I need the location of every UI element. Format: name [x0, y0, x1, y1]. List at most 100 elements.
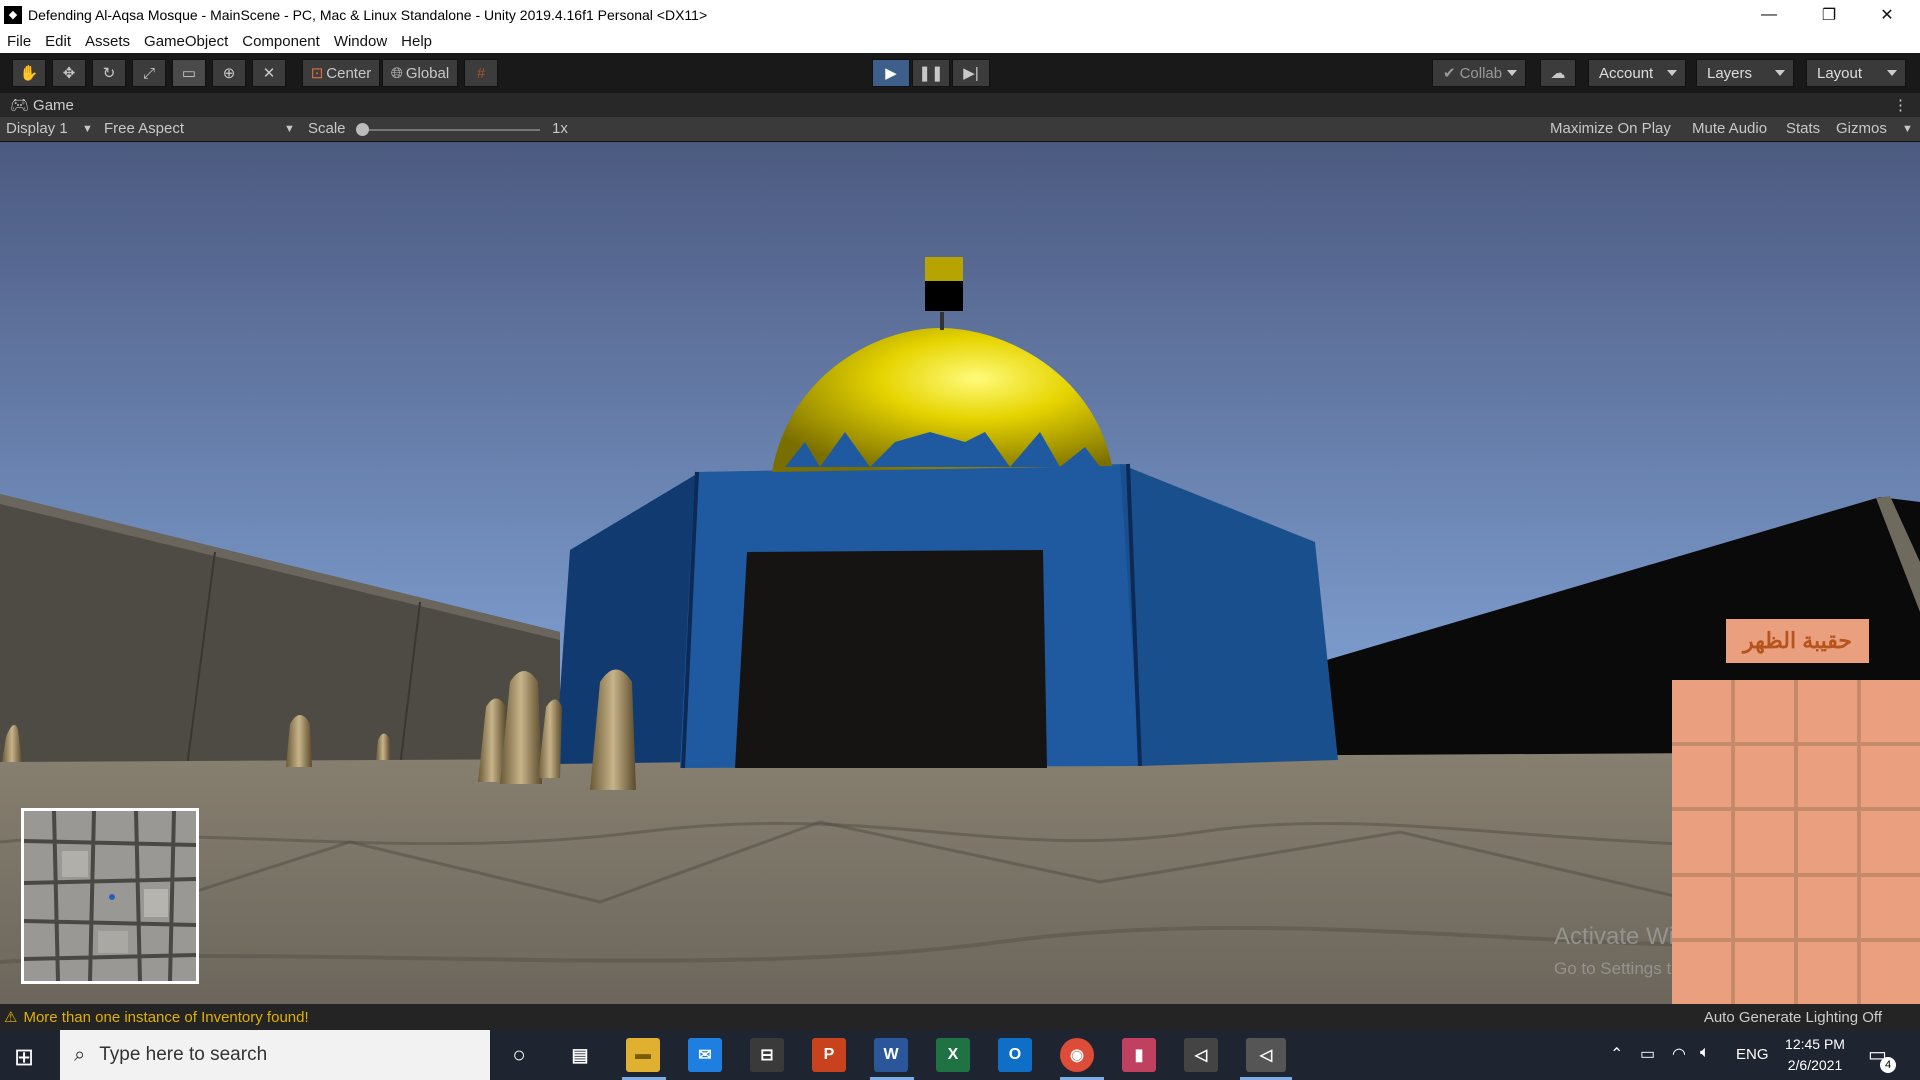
clock-date[interactable]: 2/6/2021 — [1782, 1057, 1848, 1073]
custom-tool-icon[interactable]: ✕ — [252, 59, 286, 87]
inventory-slot[interactable] — [1672, 745, 1731, 808]
inventory-slot[interactable] — [1798, 876, 1857, 939]
inventory-slot[interactable] — [1861, 811, 1920, 873]
stats-toggle[interactable]: Stats — [1786, 120, 1820, 137]
scale-tool-icon[interactable]: ⤢ — [132, 59, 166, 87]
inventory-grid — [1672, 680, 1920, 1004]
windows-start-icon[interactable]: ⊞ — [14, 1043, 34, 1072]
scale-label: Scale — [308, 120, 346, 137]
gizmos-toggle[interactable]: Gizmos — [1836, 120, 1887, 137]
unity-hub-icon[interactable]: ◁ — [1184, 1038, 1218, 1072]
menu-file[interactable]: File — [7, 33, 31, 50]
inventory-slot[interactable] — [1798, 745, 1857, 808]
taskbar-search[interactable]: ⌕ Type here to search — [60, 1030, 490, 1080]
menu-help[interactable]: Help — [401, 33, 432, 50]
grid-snap-icon[interactable]: # — [464, 59, 498, 87]
play-button[interactable]: ▶ — [872, 59, 910, 87]
notification-count-badge: 4 — [1880, 1057, 1896, 1073]
mute-audio-toggle[interactable]: Mute Audio — [1692, 120, 1767, 137]
wifi-icon[interactable]: ◠ — [1672, 1044, 1686, 1064]
inventory-slot[interactable] — [1861, 680, 1920, 742]
step-button[interactable]: ▶| — [952, 59, 990, 87]
excel-icon[interactable]: X — [936, 1038, 970, 1072]
volume-icon[interactable]: 🔈︎ — [1700, 1044, 1710, 1062]
task-view-icon[interactable]: ▤ — [563, 1038, 597, 1072]
title-bar: ◆ Defending Al-Aqsa Mosque - MainScene -… — [0, 0, 1920, 29]
lighting-status[interactable]: Auto Generate Lighting Off — [1704, 1009, 1882, 1026]
inventory-slot[interactable] — [1861, 942, 1920, 1004]
inventory-slot[interactable] — [1798, 942, 1857, 1004]
globe-icon: 🌐︎ — [390, 64, 403, 82]
menu-assets[interactable]: Assets — [85, 33, 130, 50]
inventory-slot[interactable] — [1672, 680, 1731, 742]
inventory-slot[interactable] — [1672, 811, 1731, 873]
inventory-slot[interactable] — [1798, 811, 1857, 873]
chrome-icon[interactable]: ◉ — [1060, 1038, 1094, 1072]
display-chevron-icon: ▼ — [82, 123, 93, 135]
rect-tool-icon[interactable]: ▭ — [172, 59, 206, 87]
collab-dropdown[interactable]: ✔ Collab — [1432, 59, 1526, 87]
word-icon[interactable]: W — [874, 1038, 908, 1072]
space-toggle[interactable]: 🌐︎ Global — [382, 59, 458, 87]
restore-button[interactable]: ❐ — [1800, 0, 1858, 29]
minimap[interactable] — [21, 808, 199, 984]
tab-menu-icon[interactable]: ⋮ — [1893, 96, 1908, 114]
menu-bar: File Edit Assets GameObject Component Wi… — [0, 29, 1920, 53]
rotate-tool-icon[interactable]: ↻ — [92, 59, 126, 87]
inventory-slot[interactable] — [1672, 876, 1731, 939]
inventory-slot[interactable] — [1735, 745, 1794, 808]
menu-edit[interactable]: Edit — [45, 33, 71, 50]
building-doorway — [735, 550, 1047, 768]
dome-finial-top — [925, 257, 963, 281]
store-icon[interactable]: ⊟ — [750, 1038, 784, 1072]
pause-button[interactable]: ❚❚ — [912, 59, 950, 87]
pivot-toggle[interactable]: ⊡ Center — [302, 59, 380, 87]
cloud-icon[interactable]: ☁ — [1540, 59, 1576, 87]
gizmos-chevron-icon[interactable]: ▼ — [1902, 123, 1913, 135]
inventory-slot[interactable] — [1735, 876, 1794, 939]
inventory-slot[interactable] — [1735, 680, 1794, 742]
close-button[interactable]: ✕ — [1858, 0, 1916, 29]
check-icon: ✔ — [1443, 65, 1456, 82]
menu-gameobject[interactable]: GameObject — [144, 33, 228, 50]
file-explorer-icon[interactable]: ▬ — [626, 1038, 660, 1072]
taskbar: ⊞ ⌕ Type here to search ○ ▤ ▬ ✉ ⊟ P W X … — [0, 1030, 1920, 1080]
inventory-slot[interactable] — [1861, 745, 1920, 808]
tab-game[interactable]: Game — [33, 97, 74, 114]
game-tab-bar: 🎮︎ Game ⋮ — [0, 93, 1920, 117]
powerpoint-icon[interactable]: P — [812, 1038, 846, 1072]
display-dropdown[interactable]: Display 1 — [6, 120, 68, 137]
cortana-icon[interactable]: ○ — [502, 1038, 536, 1072]
game-view-controls: Display 1 ▼ Free Aspect ▼ Scale 1x Maxim… — [0, 117, 1920, 142]
move-tool-icon[interactable]: ✥ — [52, 59, 86, 87]
layout-dropdown[interactable]: Layout — [1806, 59, 1906, 87]
battery-icon[interactable]: ▭ — [1640, 1044, 1655, 1064]
hand-tool-icon[interactable]: ✋ — [12, 59, 46, 87]
inventory-slot[interactable] — [1672, 942, 1731, 1004]
maximize-on-play-toggle[interactable]: Maximize On Play — [1550, 120, 1671, 137]
layers-dropdown[interactable]: Layers — [1696, 59, 1794, 87]
clock-time[interactable]: 12:45 PM — [1782, 1036, 1848, 1052]
search-placeholder: Type here to search — [99, 1044, 268, 1065]
transform-tool-icon[interactable]: ⊕ — [212, 59, 246, 87]
console-warning[interactable]: More than one instance of Inventory foun… — [23, 1009, 308, 1026]
language-indicator[interactable]: ENG — [1736, 1046, 1769, 1063]
menu-component[interactable]: Component — [242, 33, 320, 50]
aspect-dropdown[interactable]: Free Aspect — [104, 120, 184, 137]
pivot-icon: ⊡ — [310, 65, 324, 82]
tray-chevron-icon[interactable]: ⌃ — [1610, 1044, 1623, 1064]
unity-editor-icon[interactable]: ◁ — [1246, 1038, 1286, 1072]
inventory-slot[interactable] — [1861, 876, 1920, 939]
game-viewport[interactable]: Activate Windows Go to Settings to activ… — [0, 142, 1920, 1004]
mail-icon[interactable]: ✉ — [688, 1038, 722, 1072]
outlook-icon[interactable]: O — [998, 1038, 1032, 1072]
menu-window[interactable]: Window — [334, 33, 387, 50]
scale-slider-track[interactable] — [360, 129, 540, 131]
inventory-slot[interactable] — [1735, 942, 1794, 1004]
inventory-slot[interactable] — [1798, 680, 1857, 742]
minimize-button[interactable]: — — [1740, 0, 1798, 29]
app-icon[interactable]: ▮ — [1122, 1038, 1156, 1072]
scale-slider-thumb[interactable] — [356, 123, 369, 136]
account-dropdown[interactable]: Account — [1588, 59, 1686, 87]
inventory-slot[interactable] — [1735, 811, 1794, 873]
